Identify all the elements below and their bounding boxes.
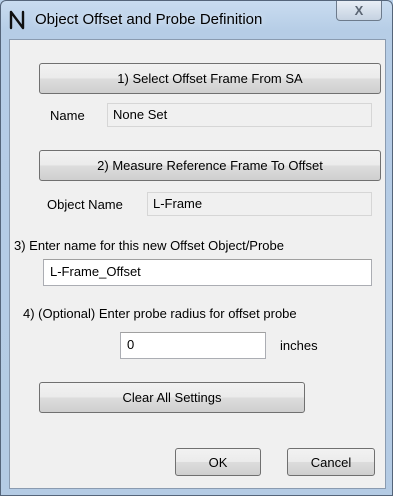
offset-object-name-input[interactable]: L-Frame_Offset — [43, 259, 372, 286]
step4-label: 4) (Optional) Enter probe radius for off… — [23, 306, 297, 321]
window-title: Object Offset and Probe Definition — [35, 11, 263, 28]
object-name-field: L-Frame — [147, 192, 372, 216]
select-offset-frame-button[interactable]: 1) Select Offset Frame From SA — [39, 63, 381, 94]
name-label: Name — [50, 108, 85, 123]
step3-label: 3) Enter name for this new Offset Object… — [14, 238, 284, 253]
ok-button[interactable]: OK — [175, 448, 261, 476]
radius-unit-label: inches — [280, 338, 318, 353]
dialog-window: Object Offset and Probe Definition X 1) … — [0, 0, 393, 496]
name-field: None Set — [107, 103, 372, 127]
title-bar[interactable]: Object Offset and Probe Definition X — [1, 1, 392, 37]
close-icon: X — [354, 3, 364, 18]
object-name-label: Object Name — [47, 197, 123, 212]
probe-radius-input[interactable]: 0 — [120, 332, 266, 359]
clear-all-settings-button[interactable]: Clear All Settings — [39, 382, 305, 413]
measure-reference-frame-button[interactable]: 2) Measure Reference Frame To Offset — [39, 150, 381, 181]
cancel-button[interactable]: Cancel — [287, 448, 375, 476]
probe-app-icon — [9, 10, 25, 30]
dialog-client-area: 1) Select Offset Frame From SA Name None… — [9, 39, 386, 489]
close-button[interactable]: X — [336, 1, 382, 21]
